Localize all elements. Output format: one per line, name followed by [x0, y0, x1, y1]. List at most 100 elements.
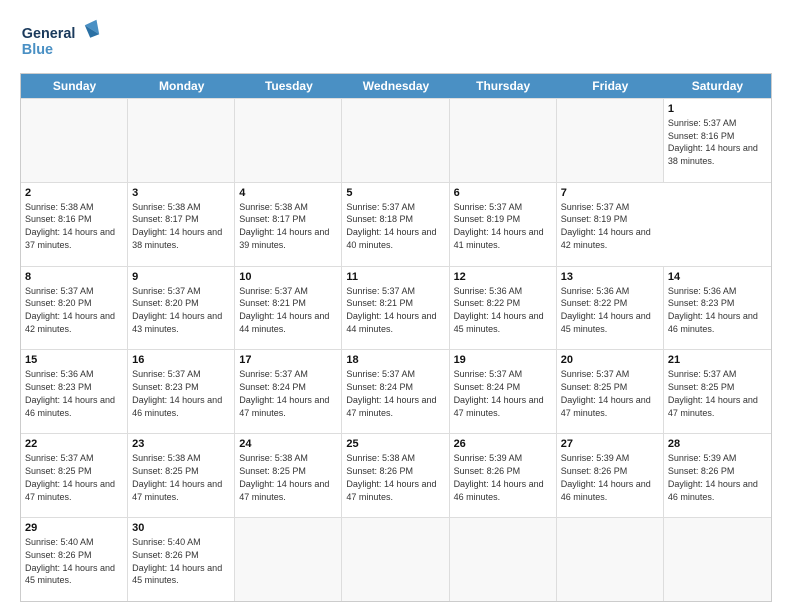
page: General Blue Sunday Monday Tuesday Wedne…	[0, 0, 792, 612]
cal-cell	[235, 518, 342, 601]
calendar-week-0: 1Sunrise: 5:37 AMSunset: 8:16 PMDaylight…	[21, 98, 771, 182]
cell-info: Sunrise: 5:37 AMSunset: 8:25 PMDaylight:…	[25, 453, 115, 501]
header-saturday: Saturday	[664, 74, 771, 98]
cell-info: Sunrise: 5:37 AMSunset: 8:20 PMDaylight:…	[132, 286, 222, 334]
day-number: 10	[239, 270, 337, 285]
day-number: 4	[239, 186, 337, 201]
cell-info: Sunrise: 5:37 AMSunset: 8:18 PMDaylight:…	[346, 202, 436, 250]
day-number: 14	[668, 270, 767, 285]
day-number: 5	[346, 186, 444, 201]
cal-cell: 10Sunrise: 5:37 AMSunset: 8:21 PMDayligh…	[235, 267, 342, 350]
day-number: 24	[239, 437, 337, 452]
cal-cell: 29Sunrise: 5:40 AMSunset: 8:26 PMDayligh…	[21, 518, 128, 601]
cal-cell: 22Sunrise: 5:37 AMSunset: 8:25 PMDayligh…	[21, 434, 128, 517]
cell-info: Sunrise: 5:37 AMSunset: 8:24 PMDaylight:…	[454, 369, 544, 417]
day-number: 1	[668, 102, 767, 117]
cal-cell: 25Sunrise: 5:38 AMSunset: 8:26 PMDayligh…	[342, 434, 449, 517]
header-friday: Friday	[557, 74, 664, 98]
day-number: 19	[454, 353, 552, 368]
cell-info: Sunrise: 5:36 AMSunset: 8:23 PMDaylight:…	[668, 286, 758, 334]
cell-info: Sunrise: 5:38 AMSunset: 8:17 PMDaylight:…	[132, 202, 222, 250]
cell-info: Sunrise: 5:38 AMSunset: 8:17 PMDaylight:…	[239, 202, 329, 250]
cal-cell	[235, 99, 342, 182]
cell-info: Sunrise: 5:37 AMSunset: 8:21 PMDaylight:…	[346, 286, 436, 334]
cell-info: Sunrise: 5:38 AMSunset: 8:26 PMDaylight:…	[346, 453, 436, 501]
day-number: 26	[454, 437, 552, 452]
cal-cell: 20Sunrise: 5:37 AMSunset: 8:25 PMDayligh…	[557, 350, 664, 433]
day-number: 20	[561, 353, 659, 368]
day-number: 22	[25, 437, 123, 452]
header: General Blue	[20, 18, 772, 63]
cell-info: Sunrise: 5:36 AMSunset: 8:22 PMDaylight:…	[454, 286, 544, 334]
calendar-week-5: 29Sunrise: 5:40 AMSunset: 8:26 PMDayligh…	[21, 517, 771, 601]
day-number: 7	[561, 186, 660, 201]
cal-cell: 23Sunrise: 5:38 AMSunset: 8:25 PMDayligh…	[128, 434, 235, 517]
day-number: 2	[25, 186, 123, 201]
cal-cell: 12Sunrise: 5:36 AMSunset: 8:22 PMDayligh…	[450, 267, 557, 350]
cal-cell: 9Sunrise: 5:37 AMSunset: 8:20 PMDaylight…	[128, 267, 235, 350]
cell-info: Sunrise: 5:39 AMSunset: 8:26 PMDaylight:…	[454, 453, 544, 501]
cell-info: Sunrise: 5:36 AMSunset: 8:22 PMDaylight:…	[561, 286, 651, 334]
cal-cell: 15Sunrise: 5:36 AMSunset: 8:23 PMDayligh…	[21, 350, 128, 433]
svg-text:General: General	[22, 26, 76, 42]
day-number: 30	[132, 521, 230, 536]
cal-cell	[128, 99, 235, 182]
cell-info: Sunrise: 5:40 AMSunset: 8:26 PMDaylight:…	[25, 537, 115, 585]
cal-cell: 11Sunrise: 5:37 AMSunset: 8:21 PMDayligh…	[342, 267, 449, 350]
cell-info: Sunrise: 5:38 AMSunset: 8:25 PMDaylight:…	[132, 453, 222, 501]
calendar-week-3: 15Sunrise: 5:36 AMSunset: 8:23 PMDayligh…	[21, 349, 771, 433]
cal-cell	[664, 518, 771, 601]
calendar-week-2: 8Sunrise: 5:37 AMSunset: 8:20 PMDaylight…	[21, 266, 771, 350]
day-number: 23	[132, 437, 230, 452]
header-sunday: Sunday	[21, 74, 128, 98]
cell-info: Sunrise: 5:37 AMSunset: 8:24 PMDaylight:…	[239, 369, 329, 417]
cell-info: Sunrise: 5:37 AMSunset: 8:23 PMDaylight:…	[132, 369, 222, 417]
cal-cell: 6Sunrise: 5:37 AMSunset: 8:19 PMDaylight…	[450, 183, 557, 266]
cal-cell: 16Sunrise: 5:37 AMSunset: 8:23 PMDayligh…	[128, 350, 235, 433]
cal-cell: 21Sunrise: 5:37 AMSunset: 8:25 PMDayligh…	[664, 350, 771, 433]
cal-cell: 19Sunrise: 5:37 AMSunset: 8:24 PMDayligh…	[450, 350, 557, 433]
day-number: 16	[132, 353, 230, 368]
cell-info: Sunrise: 5:39 AMSunset: 8:26 PMDaylight:…	[668, 453, 758, 501]
cal-cell	[342, 99, 449, 182]
cal-cell	[342, 518, 449, 601]
cal-cell: 3Sunrise: 5:38 AMSunset: 8:17 PMDaylight…	[128, 183, 235, 266]
cal-cell: 8Sunrise: 5:37 AMSunset: 8:20 PMDaylight…	[21, 267, 128, 350]
cal-cell: 30Sunrise: 5:40 AMSunset: 8:26 PMDayligh…	[128, 518, 235, 601]
day-number: 11	[346, 270, 444, 285]
logo: General Blue	[20, 18, 110, 63]
day-number: 8	[25, 270, 123, 285]
day-number: 18	[346, 353, 444, 368]
cal-cell: 7Sunrise: 5:37 AMSunset: 8:19 PMDaylight…	[557, 183, 664, 266]
day-number: 17	[239, 353, 337, 368]
header-thursday: Thursday	[450, 74, 557, 98]
calendar-week-4: 22Sunrise: 5:37 AMSunset: 8:25 PMDayligh…	[21, 433, 771, 517]
cell-info: Sunrise: 5:37 AMSunset: 8:25 PMDaylight:…	[668, 369, 758, 417]
cal-cell: 24Sunrise: 5:38 AMSunset: 8:25 PMDayligh…	[235, 434, 342, 517]
header-tuesday: Tuesday	[235, 74, 342, 98]
cal-cell	[557, 99, 664, 182]
cal-cell	[450, 99, 557, 182]
cell-info: Sunrise: 5:37 AMSunset: 8:20 PMDaylight:…	[25, 286, 115, 334]
cal-cell: 1Sunrise: 5:37 AMSunset: 8:16 PMDaylight…	[664, 99, 771, 182]
day-number: 3	[132, 186, 230, 201]
cell-info: Sunrise: 5:40 AMSunset: 8:26 PMDaylight:…	[132, 537, 222, 585]
day-number: 6	[454, 186, 552, 201]
cell-info: Sunrise: 5:37 AMSunset: 8:16 PMDaylight:…	[668, 118, 758, 166]
calendar: Sunday Monday Tuesday Wednesday Thursday…	[20, 73, 772, 602]
cell-info: Sunrise: 5:36 AMSunset: 8:23 PMDaylight:…	[25, 369, 115, 417]
cal-cell: 4Sunrise: 5:38 AMSunset: 8:17 PMDaylight…	[235, 183, 342, 266]
cell-info: Sunrise: 5:37 AMSunset: 8:25 PMDaylight:…	[561, 369, 651, 417]
cal-cell	[557, 518, 664, 601]
cal-cell: 26Sunrise: 5:39 AMSunset: 8:26 PMDayligh…	[450, 434, 557, 517]
cal-cell: 27Sunrise: 5:39 AMSunset: 8:26 PMDayligh…	[557, 434, 664, 517]
cal-cell: 13Sunrise: 5:36 AMSunset: 8:22 PMDayligh…	[557, 267, 664, 350]
day-number: 29	[25, 521, 123, 536]
cell-info: Sunrise: 5:37 AMSunset: 8:19 PMDaylight:…	[454, 202, 544, 250]
cal-cell: 18Sunrise: 5:37 AMSunset: 8:24 PMDayligh…	[342, 350, 449, 433]
logo-svg: General Blue	[20, 18, 110, 63]
cal-cell: 17Sunrise: 5:37 AMSunset: 8:24 PMDayligh…	[235, 350, 342, 433]
calendar-week-1: 2Sunrise: 5:38 AMSunset: 8:16 PMDaylight…	[21, 182, 771, 266]
header-monday: Monday	[128, 74, 235, 98]
cal-cell: 28Sunrise: 5:39 AMSunset: 8:26 PMDayligh…	[664, 434, 771, 517]
